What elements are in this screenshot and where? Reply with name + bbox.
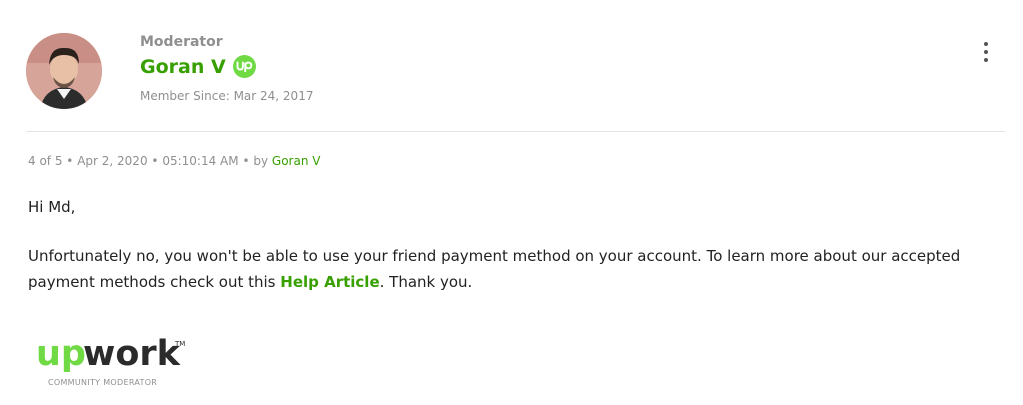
signature-caption: COMMUNITY MODERATOR (48, 378, 158, 387)
post-body: Hi Md, Unfortunately no, you won't be ab… (28, 194, 988, 318)
by-author-link[interactable]: Goran V (272, 154, 321, 168)
meta-separator: • (66, 154, 74, 168)
by-label: by (253, 154, 269, 168)
header-divider (26, 131, 1005, 132)
kebab-dot-top (984, 42, 988, 46)
post-paragraph: Unfortunately no, you won't be able to u… (28, 243, 988, 295)
avatar[interactable] (26, 33, 102, 109)
upwork-logo: up work TM (36, 334, 185, 374)
post-date: Apr 2, 2020 (77, 154, 148, 168)
upwork-badge-icon (232, 55, 256, 78)
body-text-before-link: Unfortunately no, you won't be able to u… (28, 247, 961, 291)
member-since: Member Since: Mar 24, 2017 (140, 89, 314, 103)
kebab-dot-bottom (984, 58, 988, 62)
post-position: 4 of 5 (28, 154, 63, 168)
help-article-link[interactable]: Help Article (280, 273, 379, 291)
body-text-after-link: . Thank you. (379, 273, 473, 291)
forum-post: Moderator Goran V Member Since: Mar 24, … (0, 0, 1023, 405)
author-name-row: Goran V (140, 55, 256, 78)
logo-up: up (36, 334, 86, 374)
more-options-icon[interactable] (976, 40, 996, 64)
author-name-link[interactable]: Goran V (140, 56, 226, 78)
post-time: 05:10:14 AM (162, 154, 239, 168)
meta-separator: • (151, 154, 159, 168)
kebab-dot-middle (984, 50, 988, 54)
logo-work: work (83, 334, 181, 374)
post-meta: 4 of 5 • Apr 2, 2020 • 05:10:14 AM • by … (28, 154, 320, 168)
avatar-image (26, 33, 102, 109)
meta-separator: • (242, 154, 250, 168)
signature: up work TM COMMUNITY MODERATOR (36, 331, 196, 391)
author-rank: Moderator (140, 34, 223, 50)
logo-trademark: TM (174, 340, 185, 348)
post-greeting: Hi Md, (28, 198, 76, 216)
